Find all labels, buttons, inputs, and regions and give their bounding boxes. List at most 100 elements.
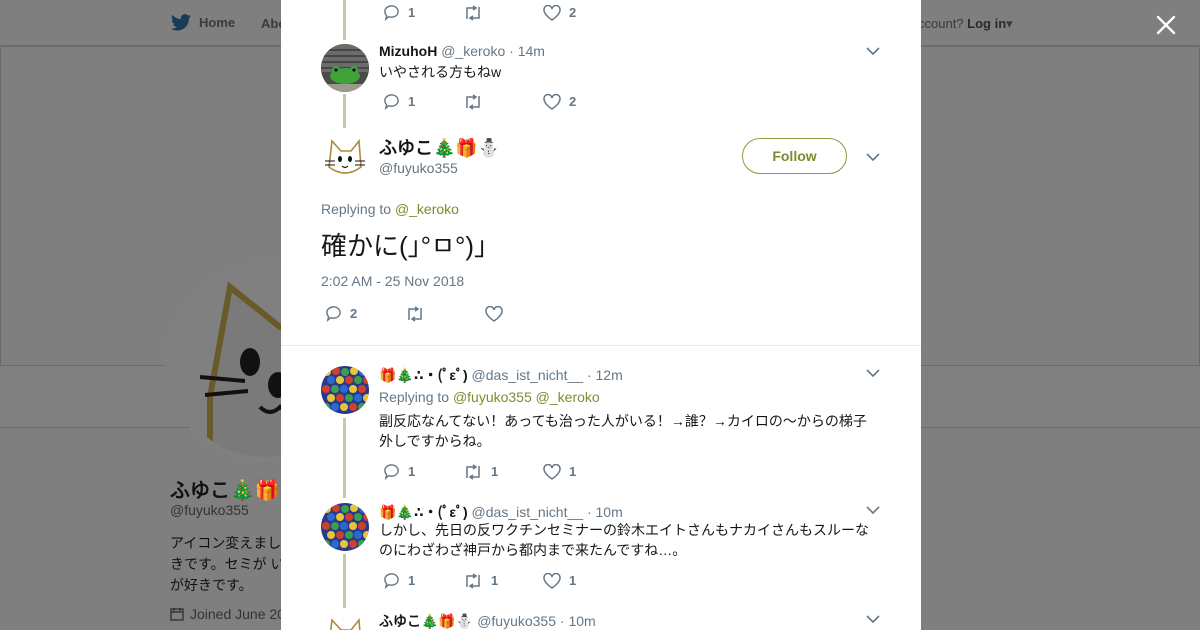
mention-link[interactable]: @fuyuko355 bbox=[453, 389, 532, 405]
chevron-down-icon[interactable] bbox=[866, 368, 880, 378]
chevron-down-icon[interactable] bbox=[866, 152, 880, 162]
reply-count: 1 bbox=[408, 573, 416, 588]
user-handle[interactable]: @fuyuko355 bbox=[379, 160, 458, 176]
tweet-timestamp[interactable]: 2:02 AM - 25 Nov 2018 bbox=[321, 273, 464, 289]
display-name[interactable]: 🎁🎄∴・(ﾟεﾟ) bbox=[379, 367, 468, 383]
tweet-time[interactable]: · 12m bbox=[587, 367, 623, 383]
thread-line bbox=[343, 94, 346, 128]
replying-prefix: Replying to bbox=[321, 201, 392, 217]
calendar-icon bbox=[170, 608, 184, 621]
main-tweet-actions: 2 bbox=[325, 305, 565, 322]
reply-button[interactable]: 1 bbox=[383, 93, 463, 110]
reply-icon bbox=[384, 573, 399, 589]
chevron-down-icon[interactable] bbox=[866, 505, 880, 515]
like-button[interactable]: 2 bbox=[543, 93, 623, 110]
mention-link[interactable]: @_keroko bbox=[395, 201, 459, 217]
profile-name: ふゆこ🎄🎁 bbox=[170, 480, 280, 502]
retweet-icon bbox=[466, 572, 480, 589]
close-modal-button[interactable] bbox=[1153, 12, 1179, 38]
retweet-button[interactable] bbox=[463, 4, 543, 21]
reply-icon bbox=[384, 94, 399, 110]
reply-button[interactable]: 2 bbox=[325, 305, 405, 322]
avatar[interactable] bbox=[321, 503, 369, 551]
ball-pit-avatar-icon bbox=[321, 503, 369, 551]
avatar[interactable] bbox=[321, 366, 369, 414]
retweet-button[interactable]: 1 bbox=[463, 463, 543, 480]
replying-prefix: Replying to bbox=[379, 389, 450, 405]
like-button[interactable]: 2 bbox=[543, 4, 623, 21]
display-name[interactable]: ふゆこ🎄🎁⛄ bbox=[379, 134, 500, 160]
heart-icon bbox=[543, 572, 561, 589]
cat-avatar-icon bbox=[321, 612, 369, 630]
mention-link[interactable]: @_keroko bbox=[536, 389, 600, 405]
follow-button[interactable]: Follow bbox=[742, 138, 847, 174]
frog-avatar-icon bbox=[321, 44, 369, 92]
nav-account[interactable]: ccount? Log in▾ bbox=[918, 16, 1013, 32]
reply-icon bbox=[326, 306, 341, 322]
tweet-modal: 1 2 MizuhoH @_keroko · 14m いやされる方もねw 1 2… bbox=[281, 0, 921, 630]
like-button[interactable] bbox=[485, 305, 565, 322]
reply-icon bbox=[384, 464, 399, 480]
user-handle[interactable]: @das_ist_nicht__ bbox=[472, 367, 584, 383]
nav-home-link[interactable]: Home bbox=[171, 14, 235, 31]
heart-icon bbox=[543, 463, 561, 480]
retweet-button[interactable]: 1 bbox=[463, 572, 543, 589]
display-name[interactable]: MizuhoH bbox=[379, 43, 437, 59]
login-link[interactable]: Log in bbox=[967, 16, 1006, 31]
main-tweet-text: 確かに(｣°ㅁ°)｣ bbox=[321, 231, 488, 261]
reply-count: 2 bbox=[350, 306, 358, 321]
reply-count: 1 bbox=[408, 5, 416, 20]
like-count: 2 bbox=[569, 5, 577, 20]
reply-button[interactable]: 1 bbox=[383, 572, 463, 589]
divider bbox=[281, 345, 921, 346]
joined-text: Joined June 20 bbox=[190, 606, 285, 622]
user-handle[interactable]: @fuyuko355 bbox=[477, 613, 556, 629]
reply-button[interactable]: 1 bbox=[383, 463, 463, 480]
avatar[interactable] bbox=[321, 44, 369, 92]
tweet-actions: 1 1 1 bbox=[383, 463, 623, 480]
account-prompt: ccount? bbox=[918, 16, 964, 31]
profile-handle: @fuyuko355 bbox=[170, 502, 249, 518]
thread-line bbox=[343, 418, 346, 498]
reply-count: 1 bbox=[408, 464, 416, 479]
tweet-text: しかし、先日の反ワクチンセミナーの鈴木エイトさんもナカイさんもスルーなのにわざわ… bbox=[379, 522, 869, 558]
cat-avatar-icon bbox=[321, 133, 369, 181]
retweet-icon bbox=[466, 93, 480, 110]
like-count: 1 bbox=[569, 573, 577, 588]
twitter-bird-icon bbox=[171, 14, 191, 31]
chevron-down-icon[interactable] bbox=[866, 46, 880, 56]
display-name[interactable]: ふゆこ🎄🎁⛄ bbox=[379, 613, 473, 629]
tweet-time[interactable]: · 10m bbox=[587, 504, 623, 520]
tweet-actions: 1 2 bbox=[383, 93, 623, 110]
heart-icon bbox=[543, 93, 561, 110]
chevron-down-icon[interactable] bbox=[866, 614, 880, 624]
avatar[interactable] bbox=[321, 133, 369, 181]
reply-button[interactable]: 1 bbox=[383, 4, 463, 21]
retweet-button[interactable] bbox=[405, 305, 485, 322]
retweet-icon bbox=[408, 305, 422, 322]
user-handle[interactable]: @das_ist_nicht__ bbox=[472, 504, 584, 520]
avatar[interactable] bbox=[321, 612, 369, 630]
like-button[interactable]: 1 bbox=[543, 572, 623, 589]
tweet-time[interactable]: · 10m bbox=[560, 613, 596, 629]
reply-count: 1 bbox=[408, 94, 416, 109]
user-handle[interactable]: @_keroko bbox=[441, 43, 505, 59]
like-button[interactable]: 1 bbox=[543, 463, 623, 480]
like-count: 2 bbox=[569, 94, 577, 109]
tweet-time[interactable]: · 14m bbox=[509, 43, 545, 59]
retweet-count: 1 bbox=[491, 573, 499, 588]
profile-joined: Joined June 20 bbox=[170, 606, 285, 622]
retweet-button[interactable] bbox=[463, 93, 543, 110]
retweet-icon bbox=[466, 4, 480, 21]
nav-home-label: Home bbox=[199, 15, 236, 30]
heart-icon bbox=[543, 4, 561, 21]
tweet-text: いやされる方もねw bbox=[379, 64, 502, 80]
reply-icon bbox=[384, 5, 399, 21]
close-icon bbox=[1156, 15, 1176, 35]
tweet-header: 🎁🎄∴・(ﾟεﾟ) @das_ist_nicht__ · 10m bbox=[379, 502, 623, 522]
prev-tweet-actions: 1 2 bbox=[383, 4, 623, 21]
replying-to: Replying to @_keroko bbox=[321, 201, 459, 217]
display-name[interactable]: 🎁🎄∴・(ﾟεﾟ) bbox=[379, 504, 468, 520]
heart-icon bbox=[485, 305, 503, 322]
like-count: 1 bbox=[569, 464, 577, 479]
